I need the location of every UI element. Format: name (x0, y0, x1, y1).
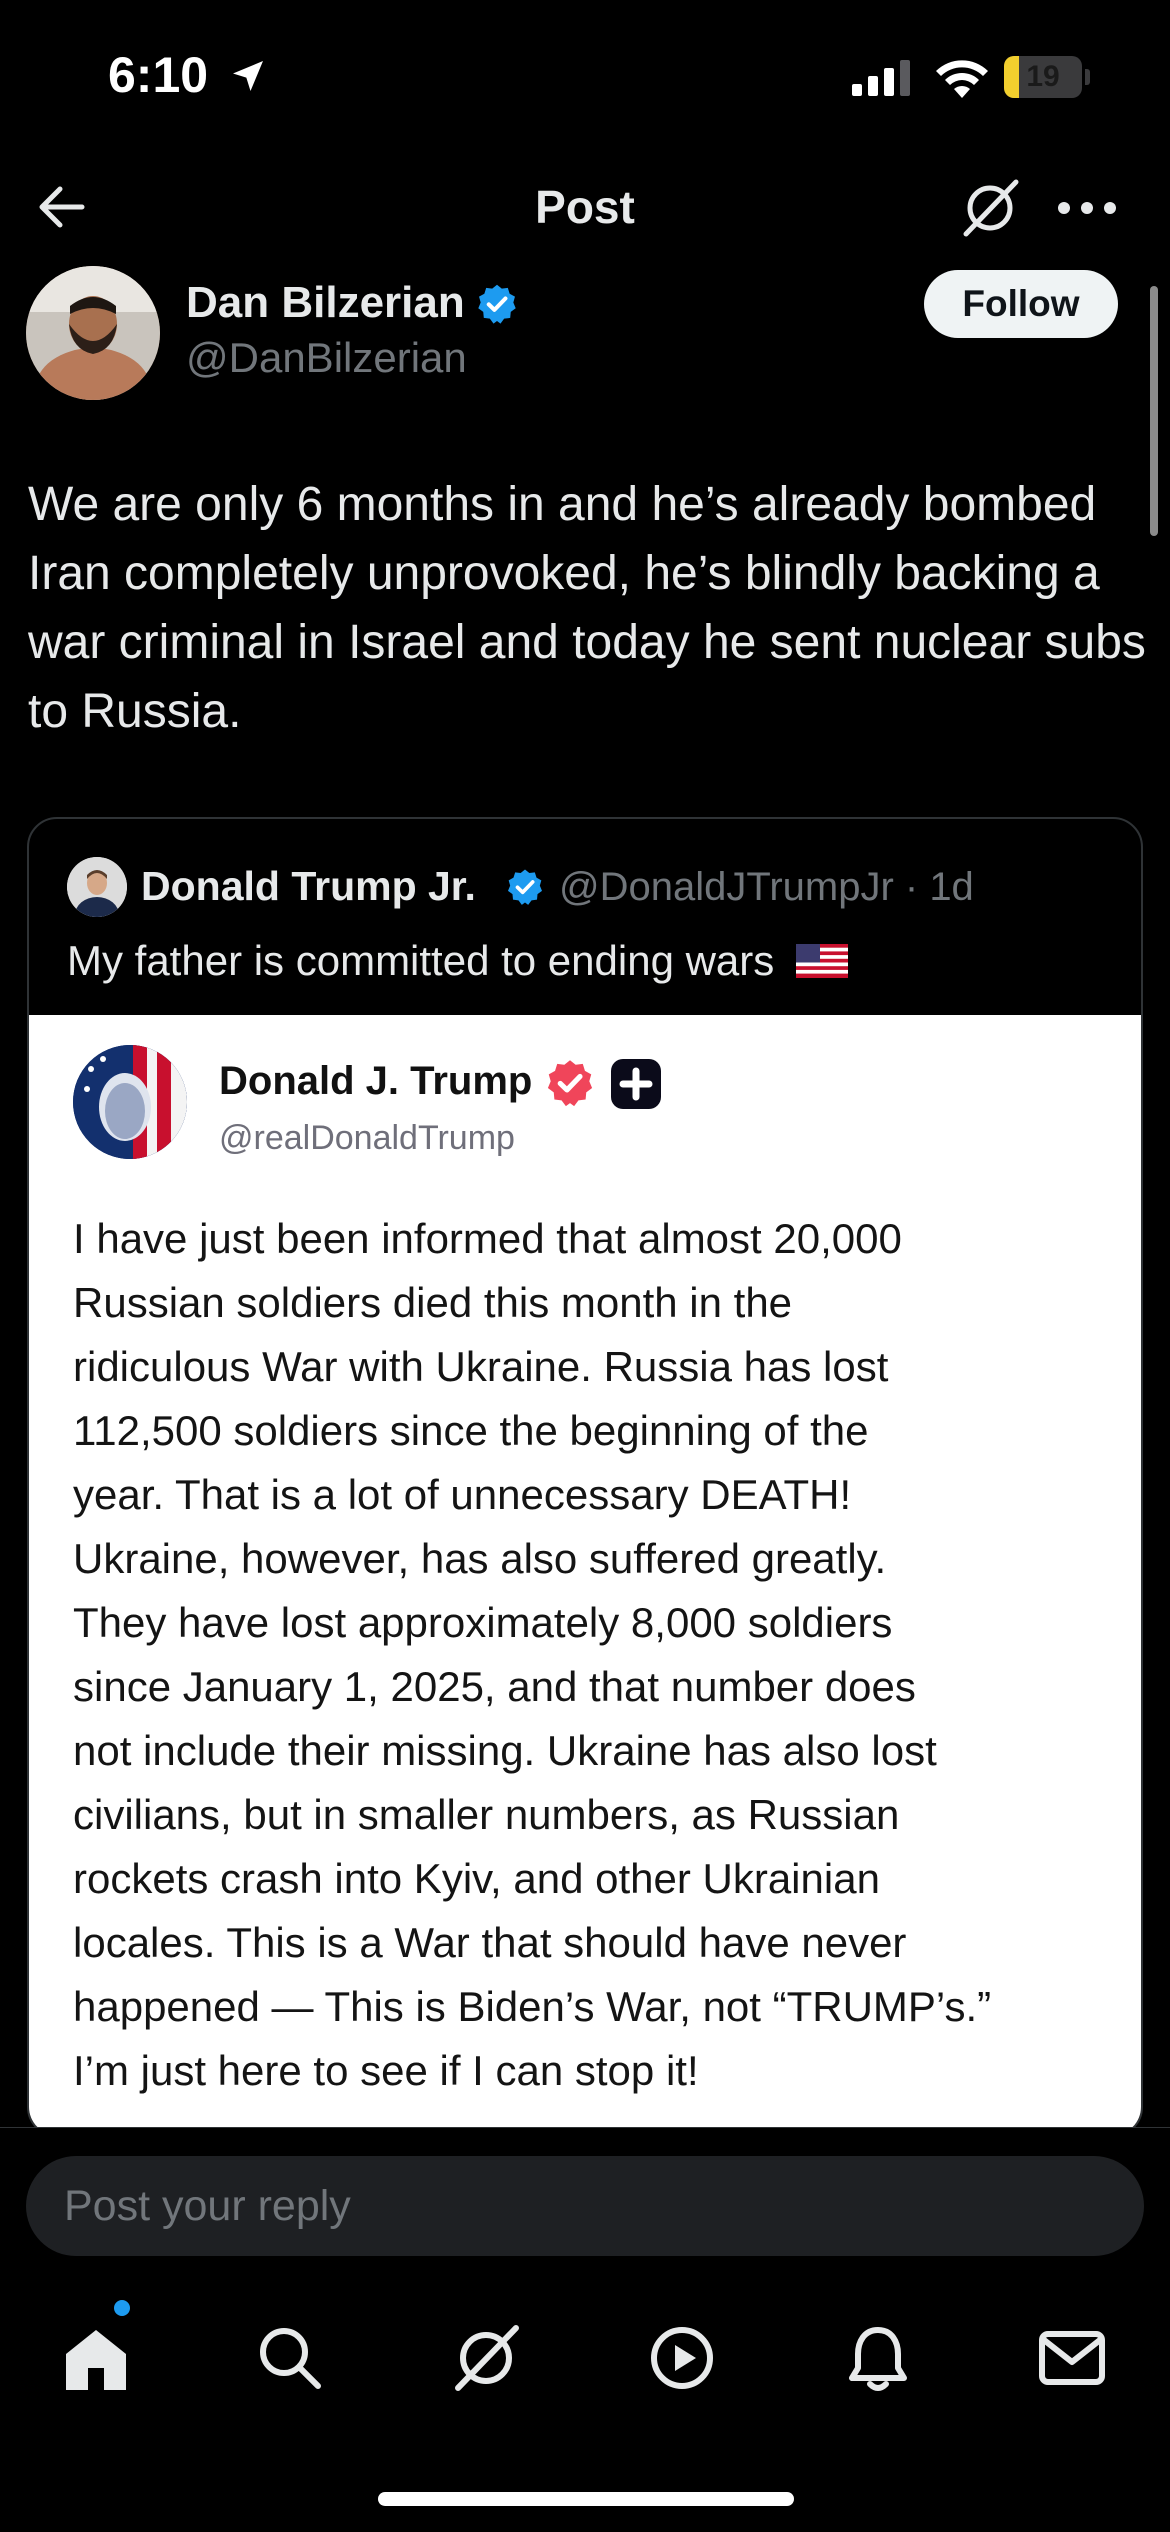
quote-handle-time[interactable]: @DonaldJTrumpJr · 1d (559, 865, 974, 910)
messages-icon[interactable] (1034, 2320, 1110, 2396)
text-line: They have lost approximately 8,000 soldi… (73, 1599, 893, 1646)
quoted-post[interactable]: Donald Trump Jr. @DonaldJTrumpJr · 1d My… (27, 817, 1143, 2137)
verified-badge-icon (478, 284, 516, 324)
bottom-nav (0, 2290, 1170, 2430)
text-line: happened — This is Biden’s War, not “TRU… (73, 1983, 992, 2030)
status-bar: 6:10 19 (0, 0, 1170, 150)
quote-text-content: My father is committed to ending wars (67, 937, 775, 984)
text-line: I have just been informed that almost 20… (73, 1215, 902, 1262)
text-line: civilians, but in smaller numbers, as Ru… (73, 1791, 900, 1838)
text-line: not include their missing. Ukraine has a… (73, 1727, 937, 1774)
home-indicator[interactable] (378, 2492, 794, 2506)
home-icon[interactable] (58, 2320, 134, 2396)
reply-input[interactable]: Post your reply (26, 2156, 1144, 2256)
quote-author-avatar[interactable] (67, 857, 127, 917)
grok-icon[interactable] (958, 176, 1022, 240)
text-line: I’m just here to see if I can stop it! (73, 2047, 699, 2094)
follow-button[interactable]: Follow (924, 270, 1118, 338)
text-line: Russian soldiers died this month in the (73, 1279, 793, 1326)
text-line: 112,500 soldiers since the beginning of … (73, 1407, 869, 1454)
wifi-icon (936, 60, 988, 98)
scrollbar[interactable] (1150, 286, 1158, 536)
status-time: 6:10 (108, 47, 209, 103)
text-line: Ukraine, however, has also suffered grea… (73, 1535, 887, 1582)
text-line: rockets crash into Kyiv, and other Ukrai… (73, 1855, 880, 1902)
text-line: year. That is a lot of unnecessary DEATH… (73, 1471, 852, 1518)
battery-icon: 19 (1004, 56, 1090, 98)
author-handle[interactable]: @DanBilzerian (186, 334, 467, 382)
truth-verified-badge-icon (547, 1060, 593, 1107)
video-icon[interactable] (644, 2320, 720, 2396)
us-flag-icon (795, 944, 848, 978)
quote-text: My father is committed to ending wars (67, 937, 848, 985)
text-line: locales. This is a War that should have … (73, 1919, 907, 1966)
battery-level: 19 (1026, 60, 1060, 93)
grok-icon[interactable] (448, 2320, 524, 2396)
trump-name: Donald J. Trump (219, 1059, 533, 1103)
signal-icon (852, 60, 910, 96)
embedded-screenshot: Donald J. Trump @realDonaldTrump I have … (29, 1015, 1141, 2135)
more-icon[interactable] (1052, 176, 1122, 240)
text-line: ridiculous War with Ukraine. Russia has … (73, 1343, 889, 1390)
author-avatar[interactable] (26, 266, 160, 400)
location-arrow-icon (233, 61, 263, 91)
notification-dot (114, 2300, 130, 2316)
trump-post-text: I have just been informed that almost 20… (73, 1207, 1113, 2103)
text-line: since January 1, 2025, and that number d… (73, 1663, 916, 1710)
bottom-bar: Post your reply (0, 2127, 1170, 2532)
trump-avatar (73, 1045, 187, 1159)
verified-badge-icon (508, 869, 542, 905)
author-name[interactable]: Dan Bilzerian (186, 278, 465, 328)
post-text: We are only 6 months in and he’s already… (28, 478, 1146, 738)
quote-author-name[interactable]: Donald Trump Jr. (141, 863, 476, 910)
reply-placeholder: Post your reply (64, 2182, 351, 2230)
truth-plus-icon (611, 1059, 661, 1109)
trump-handle: @realDonaldTrump (219, 1119, 515, 1157)
search-icon[interactable] (252, 2320, 328, 2396)
top-header: Post (0, 150, 1170, 270)
notifications-icon[interactable] (840, 2320, 916, 2396)
